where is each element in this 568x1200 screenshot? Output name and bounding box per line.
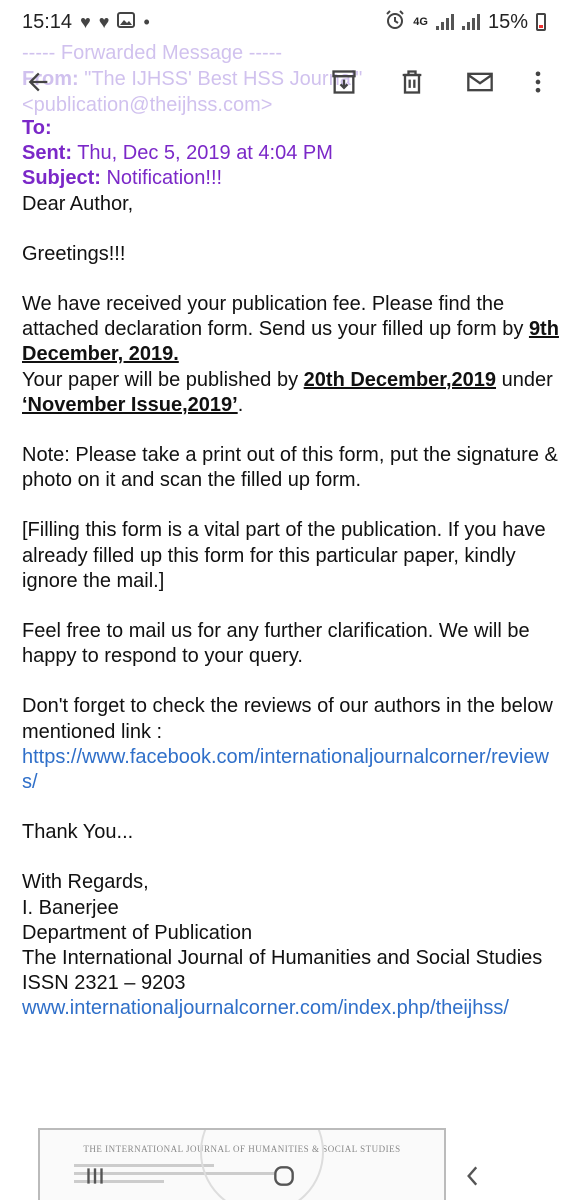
thanks: Thank You... [22, 821, 134, 844]
back-icon[interactable] [443, 1152, 503, 1200]
alarm-icon [385, 9, 405, 35]
period: . [237, 393, 244, 416]
bracket-note: [Filling this form is a vital part of th… [22, 519, 546, 592]
more-vert-icon[interactable] [514, 54, 562, 110]
feel-free-paragraph: Feel free to mail us for any further cla… [22, 620, 530, 668]
publish-date: 20th December,2019 [303, 368, 497, 391]
sent-line: Sent: Thu, Dec 5, 2019 at 4:04 PM [22, 141, 562, 166]
greeting: Greetings!!! [22, 242, 126, 265]
department: Department of Publication [22, 921, 253, 944]
dot-icon: • [143, 11, 150, 32]
under-text: under [496, 368, 553, 391]
subject-label: Subject: [22, 167, 101, 190]
status-left: 15:14 ♥ ♥ • [22, 11, 150, 34]
network-type: 4G [413, 16, 428, 28]
subject-value: Notification!!! [106, 167, 223, 190]
publish-text: Your paper will be published by [22, 368, 304, 391]
recent-apps-icon[interactable] [65, 1152, 125, 1200]
journal-name: The International Journal of Humanities … [22, 947, 543, 970]
battery-icon [536, 13, 546, 31]
email-toolbar [0, 54, 568, 110]
clock: 15:14 [22, 10, 73, 33]
status-right: 4G 15% [385, 9, 546, 35]
battery-percent: 15% [487, 10, 528, 33]
sent-value: Thu, Dec 5, 2019 at 4:04 PM [77, 142, 333, 165]
to-line: To: [22, 116, 562, 141]
back-arrow-icon[interactable] [14, 54, 62, 110]
mail-icon[interactable] [456, 54, 504, 110]
to-label: To: [22, 117, 52, 139]
issue-name: ‘November Issue,2019’ [22, 393, 238, 416]
reviews-paragraph: Don't forget to check the reviews of our… [22, 695, 553, 743]
website-link[interactable]: www.internationaljournalcorner.com/index… [22, 997, 509, 1019]
archive-icon[interactable] [320, 54, 368, 110]
reviews-link[interactable]: https://www.facebook.com/internationaljo… [22, 746, 549, 793]
trash-icon[interactable] [388, 54, 436, 110]
gallery-icon [117, 11, 136, 33]
fee-text: We have received your publication fee. P… [22, 293, 529, 341]
sent-label: Sent: [22, 142, 72, 165]
paragraph-fee: We have received your publication fee. P… [22, 292, 562, 418]
navigation-bar [0, 1152, 568, 1200]
signer-name: I. Banerjee [22, 896, 119, 919]
status-bar: 15:14 ♥ ♥ • 4G 15% [0, 0, 568, 44]
note-paragraph: Note: Please take a print out of this fo… [22, 444, 558, 492]
salutation: Dear Author, [22, 192, 134, 215]
issn: ISSN 2321 – 9203 [22, 972, 186, 995]
regards: With Regards, [22, 871, 149, 894]
email-body: To: Sent: Thu, Dec 5, 2019 at 4:04 PM Su… [22, 100, 562, 1022]
signal-icon [435, 14, 454, 30]
signal-icon [461, 14, 480, 30]
subject-line: Subject: Notification!!! [22, 166, 562, 191]
home-icon[interactable] [254, 1152, 314, 1200]
heart-icon: ♥ [98, 11, 110, 32]
heart-icon: ♥ [80, 11, 91, 32]
